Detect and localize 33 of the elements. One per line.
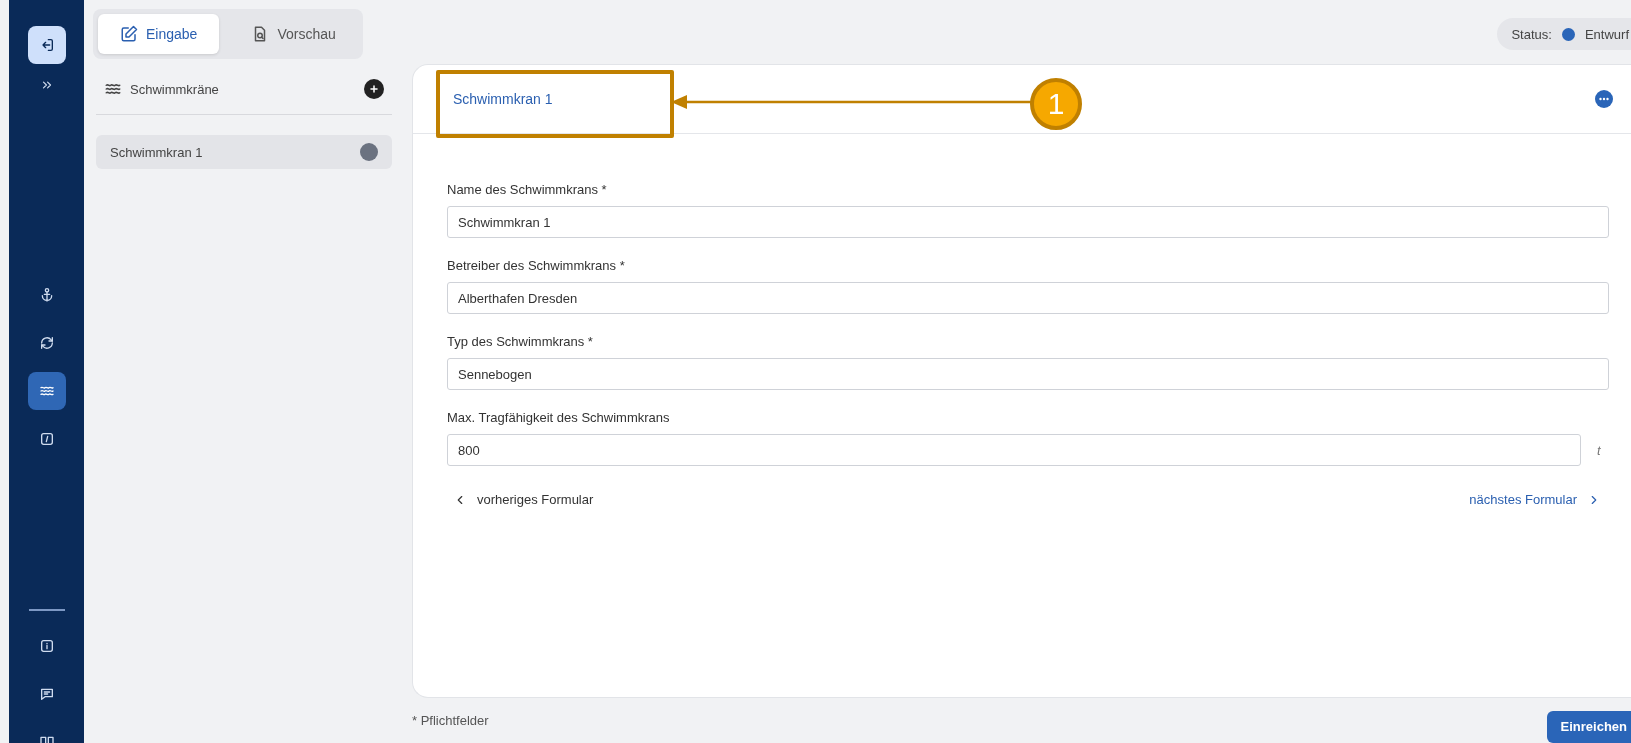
input-field[interactable]: Schwimmkran 1 [447, 206, 1609, 238]
info-icon [38, 638, 55, 654]
footnote: * Pflichtfelder [412, 713, 489, 728]
input-field[interactable]: 800 [447, 434, 1581, 466]
list-item[interactable]: Schwimmkran 1 [96, 135, 392, 169]
next-link[interactable]: nächstes Formular [1469, 492, 1601, 507]
field-label: Betreiber des Schwimmkrans * [447, 258, 626, 273]
chat-icon [38, 686, 55, 702]
edit-icon [120, 25, 138, 43]
submit-button[interactable]: Einreichen [1546, 710, 1631, 743]
add-button[interactable] [364, 79, 384, 99]
list-title: Schwimmkräne [130, 81, 220, 97]
status-value: Entwurf [1584, 26, 1629, 42]
previous-link[interactable]: vorheriges Formular [453, 492, 594, 507]
input-field[interactable]: Alberthafen Dresden [447, 282, 1609, 314]
dots-icon [1599, 97, 1609, 101]
field-label: Max. Tragfähigkeit des Schwimmkrans [447, 410, 671, 425]
status-label: Status: [1511, 26, 1552, 42]
form-title: Schwimmkran 1 [453, 91, 553, 107]
tab[interactable]: Vorschau [229, 14, 358, 54]
callout-number: 1 [1030, 78, 1082, 130]
more-button[interactable] [1595, 90, 1613, 108]
plus-icon [368, 83, 380, 95]
exit-button[interactable] [27, 26, 66, 64]
tab[interactable]: Eingabe [98, 14, 220, 54]
item-label: Schwimmkran 1 [110, 144, 204, 160]
field-label: Typ des Schwimmkrans * [447, 334, 594, 349]
edit-square-icon [38, 431, 55, 447]
nav-button[interactable] [27, 372, 66, 410]
unit-label: t [1597, 442, 1602, 458]
refresh-icon [38, 335, 55, 351]
field-label: Name des Schwimmkrans * [447, 182, 608, 197]
input-field[interactable]: Sennebogen [447, 358, 1609, 390]
